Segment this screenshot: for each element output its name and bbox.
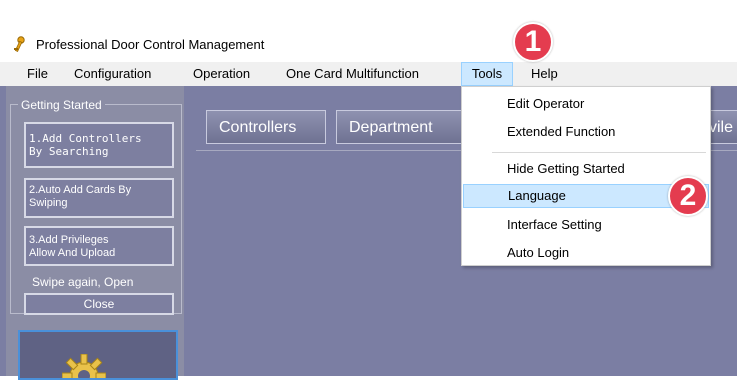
menu-configuration[interactable]: Configuration <box>74 62 151 86</box>
step-add-controllers-button[interactable]: 1.Add Controllers By Searching <box>24 122 174 168</box>
menu-help[interactable]: Help <box>531 62 558 86</box>
tab-department[interactable]: Department <box>336 110 462 144</box>
settings-tile[interactable] <box>18 330 178 380</box>
callout-badge-2: 2 <box>668 176 708 216</box>
step-add-privileges-button[interactable]: 3.Add Privileges Allow And Upload <box>24 226 174 266</box>
getting-started-title: Getting Started <box>18 98 105 112</box>
step-label-line2: By Searching <box>29 145 109 158</box>
step-label-line1: 1.Add Controllers <box>29 132 142 145</box>
tab-controllers[interactable]: Controllers <box>206 110 326 144</box>
menu-one-card-multifunction[interactable]: One Card Multifunction <box>286 62 419 86</box>
menu-separator <box>492 152 706 153</box>
step-label-line1: 3.Add Privileges <box>29 234 109 246</box>
step-label-line1: 2.Auto Add Cards By <box>29 184 132 196</box>
key-icon <box>14 36 25 52</box>
gear-icon <box>62 354 106 378</box>
step-auto-add-cards-button[interactable]: 2.Auto Add Cards By Swiping <box>24 178 174 218</box>
menu-item-extended-function[interactable]: Extended Function <box>462 120 710 144</box>
menu-file[interactable]: File <box>27 62 48 86</box>
tools-dropdown-menu: Edit Operator Extended Function Hide Get… <box>461 86 711 266</box>
menu-item-interface-setting[interactable]: Interface Setting <box>462 213 710 237</box>
menu-item-hide-getting-started[interactable]: Hide Getting Started <box>462 157 710 181</box>
menu-bar: File Configuration Operation One Card Mu… <box>0 62 737 86</box>
menu-tools[interactable]: Tools <box>461 62 513 86</box>
window-title: Professional Door Control Management <box>36 37 265 52</box>
callout-badge-1: 1 <box>513 22 553 62</box>
step-label-line2: Swiping <box>29 197 68 209</box>
close-button[interactable]: Close <box>24 293 174 315</box>
title-bar: Professional Door Control Management <box>0 0 737 60</box>
swipe-again-label: Swipe again, Open <box>32 275 134 289</box>
menu-item-edit-operator[interactable]: Edit Operator <box>462 92 710 116</box>
menu-item-auto-login[interactable]: Auto Login <box>462 241 710 265</box>
menu-operation[interactable]: Operation <box>193 62 250 86</box>
step-label-line2: Allow And Upload <box>29 247 116 259</box>
